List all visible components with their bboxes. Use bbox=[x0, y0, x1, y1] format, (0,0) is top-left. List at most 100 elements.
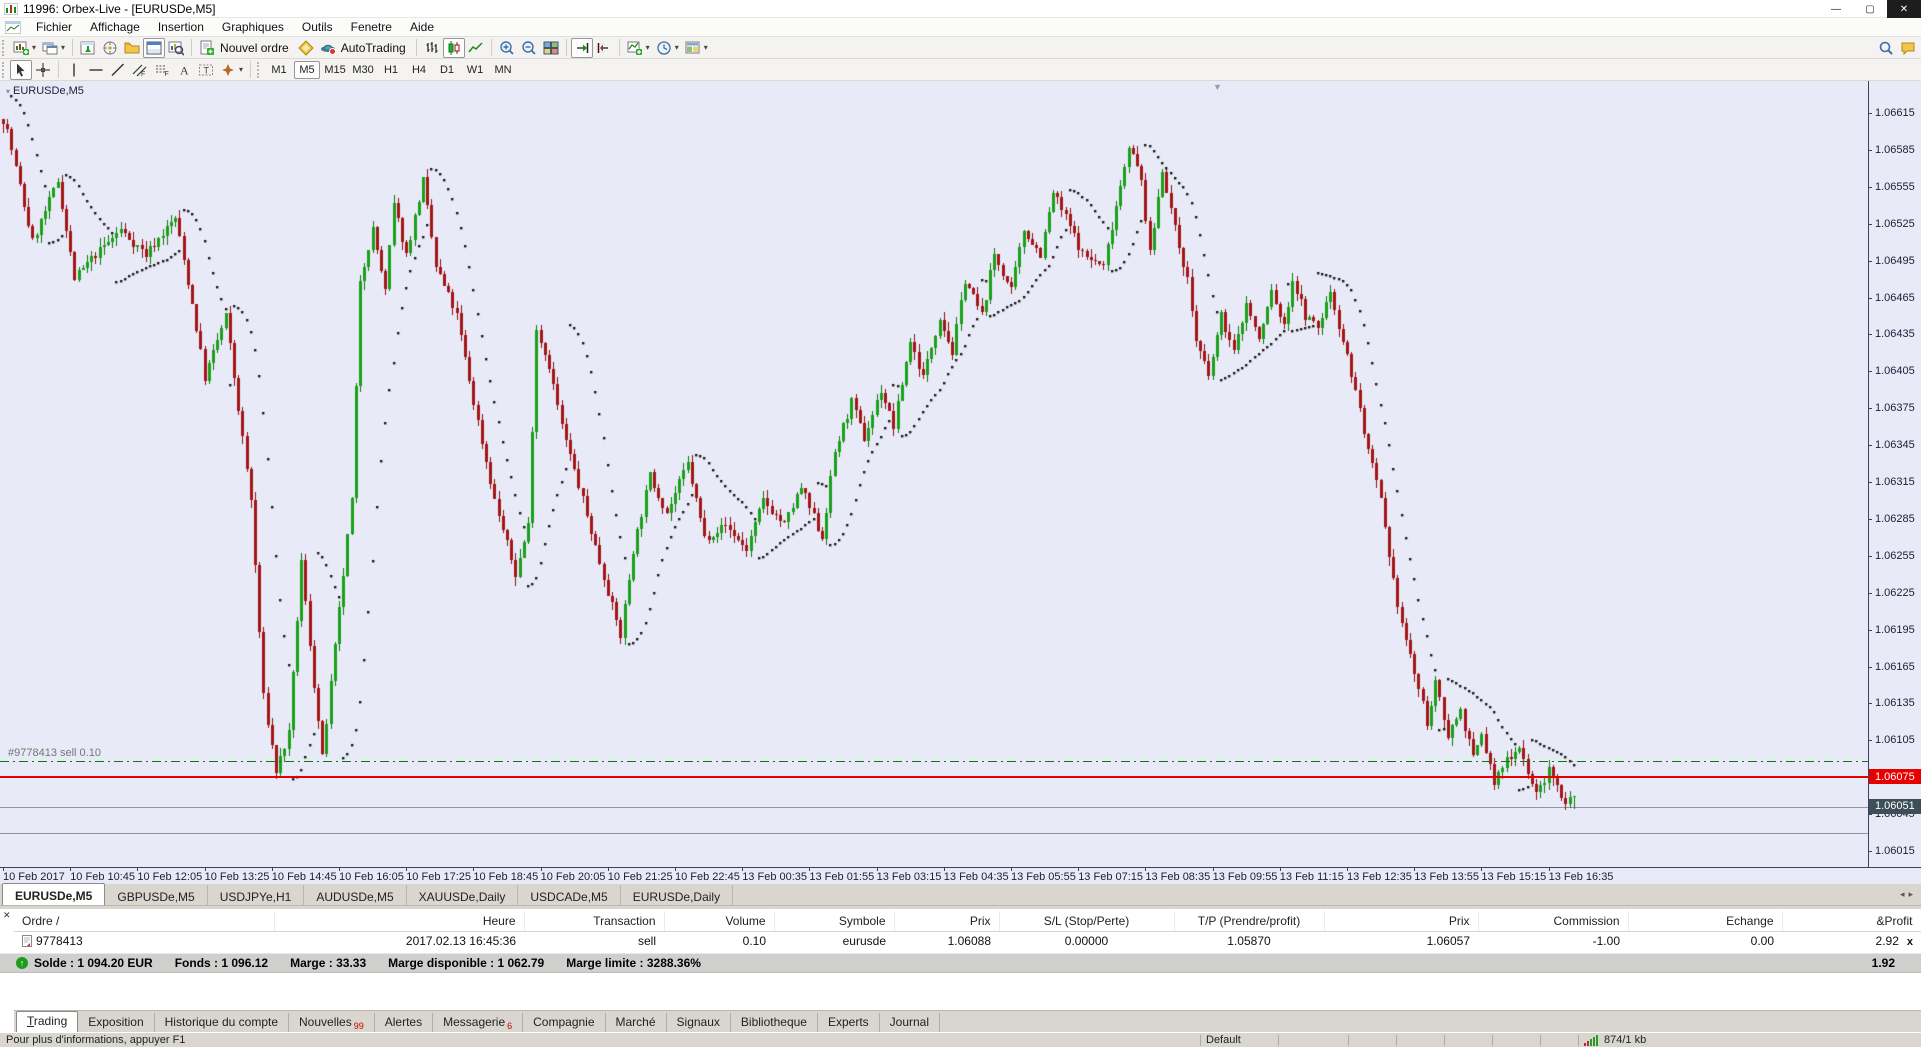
terminal-tab-messagerie[interactable]: Messagerie6 bbox=[433, 1013, 523, 1032]
tile-windows-button[interactable] bbox=[540, 38, 562, 58]
metaeditor-button[interactable] bbox=[295, 38, 317, 58]
arrows-tool-button[interactable]: ▾ bbox=[217, 60, 246, 80]
timeframe-m1[interactable]: M1 bbox=[266, 61, 292, 79]
terminal-tab-alertes[interactable]: Alertes bbox=[375, 1013, 433, 1032]
column-header[interactable]: Transaction bbox=[524, 911, 664, 931]
search-symbol-button[interactable] bbox=[1875, 38, 1897, 58]
text-tool-button[interactable]: A bbox=[173, 60, 195, 80]
crosshair-tool-button[interactable] bbox=[32, 60, 54, 80]
toolbar-grip[interactable] bbox=[2, 62, 7, 78]
column-header[interactable]: T/P (Prendre/profit) bbox=[1174, 911, 1324, 931]
toolbar-grip[interactable] bbox=[257, 62, 262, 78]
zoom-out-button[interactable] bbox=[518, 38, 540, 58]
fibonacci-tool-button[interactable]: F bbox=[151, 60, 173, 80]
column-header[interactable]: Heure bbox=[274, 911, 524, 931]
column-header[interactable]: Symbole bbox=[774, 911, 894, 931]
profiles-button[interactable]: ▾ bbox=[39, 38, 68, 58]
label-tool-button[interactable]: T bbox=[195, 60, 217, 80]
order-open-line[interactable] bbox=[0, 761, 1868, 762]
cursor-tool-button[interactable] bbox=[10, 60, 32, 80]
menu-outils[interactable]: Outils bbox=[293, 18, 342, 36]
menu-graphiques[interactable]: Graphiques bbox=[213, 18, 293, 36]
periods-button[interactable]: ▾ bbox=[653, 38, 682, 58]
toolbar-grip[interactable] bbox=[2, 40, 7, 56]
menu-insertion[interactable]: Insertion bbox=[149, 18, 213, 36]
chart-tab-usdjpye-h1[interactable]: USDJPYe,H1 bbox=[208, 885, 305, 905]
timeframe-m30[interactable]: M30 bbox=[350, 61, 376, 79]
chart-shift-button[interactable] bbox=[593, 38, 615, 58]
chat-icon bbox=[1900, 40, 1916, 56]
line-chart-mode-button[interactable] bbox=[465, 38, 487, 58]
menu-fenetre[interactable]: Fenetre bbox=[342, 18, 401, 36]
horizontal-line-tool-button[interactable] bbox=[85, 60, 107, 80]
vertical-line-tool-button[interactable] bbox=[63, 60, 85, 80]
menu-aide[interactable]: Aide bbox=[401, 18, 443, 36]
market-watch-button[interactable] bbox=[77, 38, 99, 58]
indicators-button[interactable]: ▾ bbox=[624, 38, 653, 58]
candlestick-mode-button[interactable] bbox=[443, 38, 465, 58]
timeframe-d1[interactable]: D1 bbox=[434, 61, 460, 79]
strategy-tester-button[interactable] bbox=[165, 38, 187, 58]
column-header[interactable]: Commission bbox=[1478, 911, 1628, 931]
timeframe-m5[interactable]: M5 bbox=[294, 61, 320, 79]
balance-part: Marge disponible : 1 062.79 bbox=[388, 956, 544, 970]
terminal-tab-journal[interactable]: Journal bbox=[880, 1013, 940, 1032]
terminal-tab-trading[interactable]: Trading bbox=[16, 1011, 78, 1032]
data-window-button[interactable] bbox=[121, 38, 143, 58]
column-header[interactable]: Volume bbox=[664, 911, 774, 931]
terminal-tab-historique-du-compte[interactable]: Historique du compte bbox=[155, 1013, 289, 1032]
maximize-button[interactable]: ▢ bbox=[1853, 0, 1887, 18]
order-cell: 2017.02.13 16:45:36 bbox=[274, 931, 524, 951]
terminal-tab-signaux[interactable]: Signaux bbox=[667, 1013, 731, 1032]
auto-scroll-button[interactable] bbox=[571, 38, 593, 58]
order-row[interactable]: 97784132017.02.13 16:45:36sell0.10eurusd… bbox=[14, 931, 1921, 951]
new-order-icon bbox=[199, 40, 215, 56]
column-header[interactable]: S/L (Stop/Perte) bbox=[999, 911, 1174, 931]
toolbar-separator bbox=[58, 61, 59, 78]
chart-canvas[interactable] bbox=[0, 81, 1868, 867]
navigator-button[interactable] bbox=[99, 38, 121, 58]
timeframe-mn[interactable]: MN bbox=[490, 61, 516, 79]
zoom-in-button[interactable] bbox=[496, 38, 518, 58]
timeframe-h1[interactable]: H1 bbox=[378, 61, 404, 79]
terminal-close-icon[interactable]: ✕ bbox=[3, 911, 13, 921]
column-header[interactable]: Echange bbox=[1628, 911, 1782, 931]
chart-tab-gbpusde-m5[interactable]: GBPUSDe,M5 bbox=[105, 885, 207, 905]
bar-chart-mode-button[interactable] bbox=[421, 38, 443, 58]
column-header[interactable]: Prix bbox=[1324, 911, 1478, 931]
new-chart-button[interactable]: ▾ bbox=[10, 38, 39, 58]
column-header[interactable]: &Profit bbox=[1782, 911, 1921, 931]
chat-button[interactable] bbox=[1897, 38, 1919, 58]
menu-affichage[interactable]: Affichage bbox=[81, 18, 149, 36]
terminal-tab-march-[interactable]: Marché bbox=[606, 1013, 667, 1032]
zoom-in-icon bbox=[499, 40, 515, 56]
column-header[interactable]: Prix bbox=[894, 911, 999, 931]
terminal-tab-compagnie[interactable]: Compagnie bbox=[523, 1013, 605, 1032]
terminal-tab-bibliotheque[interactable]: Bibliotheque bbox=[731, 1013, 818, 1032]
chart-tab-audusde-m5[interactable]: AUDUSDe,M5 bbox=[304, 885, 406, 905]
tab-scroll-arrows[interactable]: ◂▸ bbox=[1900, 889, 1917, 900]
timeframe-w1[interactable]: W1 bbox=[462, 61, 488, 79]
terminal-tab-exposition[interactable]: Exposition bbox=[78, 1013, 154, 1032]
chart-tab-usdcade-m5[interactable]: USDCADe,M5 bbox=[518, 885, 620, 905]
new-order-button[interactable]: Nouvel ordre bbox=[196, 38, 295, 58]
status-profile[interactable]: Default bbox=[1206, 1034, 1241, 1046]
horizontal-line-object[interactable] bbox=[0, 833, 1868, 834]
chart-tab-xauusde-daily[interactable]: XAUUSDe,Daily bbox=[407, 885, 519, 905]
column-header[interactable]: Ordre / bbox=[14, 911, 274, 931]
channel-tool-button[interactable]: F bbox=[129, 60, 151, 80]
chart-tab-eurusde-daily[interactable]: EURUSDe,Daily bbox=[621, 885, 733, 905]
autotrading-button[interactable]: AutoTrading bbox=[317, 38, 412, 58]
minimize-button[interactable]: — bbox=[1819, 0, 1853, 18]
chart-tab-eurusde-m5[interactable]: EURUSDe,M5 bbox=[2, 883, 105, 905]
terminal-tab-nouvelles[interactable]: Nouvelles99 bbox=[289, 1013, 375, 1032]
templates-button[interactable]: ▾ bbox=[682, 38, 711, 58]
terminal-tab-experts[interactable]: Experts bbox=[818, 1013, 880, 1032]
menu-fichier[interactable]: Fichier bbox=[27, 18, 81, 36]
close-button[interactable]: ✕ bbox=[1887, 0, 1921, 18]
terminal-toggle-button[interactable] bbox=[143, 38, 165, 58]
timeframe-m15[interactable]: M15 bbox=[322, 61, 348, 79]
trendline-tool-button[interactable] bbox=[107, 60, 129, 80]
close-order-button[interactable]: x bbox=[1899, 936, 1913, 948]
timeframe-h4[interactable]: H4 bbox=[406, 61, 432, 79]
